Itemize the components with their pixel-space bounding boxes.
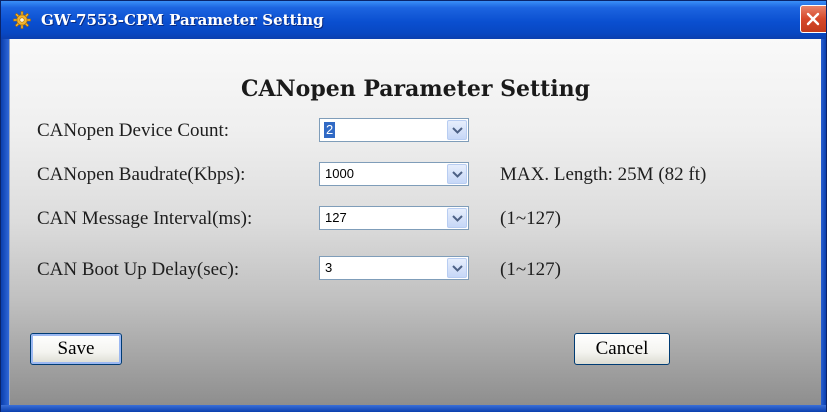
device-count-label: CANopen Device Count: xyxy=(37,120,230,141)
gear-icon xyxy=(13,11,31,29)
cancel-button[interactable]: Cancel xyxy=(574,333,670,365)
close-button[interactable] xyxy=(800,5,826,33)
chevron-down-icon[interactable] xyxy=(447,120,467,140)
message-interval-hint: (1~127) xyxy=(500,208,561,229)
save-button[interactable]: Save xyxy=(30,333,122,365)
window-frame-bottom xyxy=(1,405,826,412)
device-count-select[interactable]: 2 xyxy=(319,118,469,142)
baudrate-hint: MAX. Length: 25M (82 ft) xyxy=(500,164,707,185)
window-title: GW-7553-CPM Parameter Setting xyxy=(41,11,324,29)
dialog-body: CANopen Parameter Setting CANopen Device… xyxy=(9,39,821,405)
message-interval-value: 127 xyxy=(325,210,347,225)
form-heading: CANopen Parameter Setting xyxy=(240,76,591,102)
baudrate-value: 1000 xyxy=(325,166,354,181)
baudrate-label: CANopen Baudrate(Kbps): xyxy=(37,164,246,185)
device-count-value: 2 xyxy=(322,121,337,139)
boot-up-delay-select[interactable]: 3 xyxy=(319,256,469,280)
boot-up-delay-label: CAN Boot Up Delay(sec): xyxy=(37,259,240,280)
window-frame-left xyxy=(1,39,9,405)
parameter-setting-window: GW-7553-CPM Parameter Setting CANopen Pa… xyxy=(0,0,827,412)
message-interval-label: CAN Message Interval(ms): xyxy=(37,208,253,229)
baudrate-select[interactable]: 1000 xyxy=(319,162,469,186)
chevron-down-icon[interactable] xyxy=(447,164,467,184)
chevron-down-icon[interactable] xyxy=(447,208,467,228)
boot-up-delay-hint: (1~127) xyxy=(500,259,561,280)
boot-up-delay-value: 3 xyxy=(325,260,333,275)
chevron-down-icon[interactable] xyxy=(447,258,467,278)
message-interval-select[interactable]: 127 xyxy=(319,206,469,230)
title-bar[interactable]: GW-7553-CPM Parameter Setting xyxy=(1,1,826,39)
